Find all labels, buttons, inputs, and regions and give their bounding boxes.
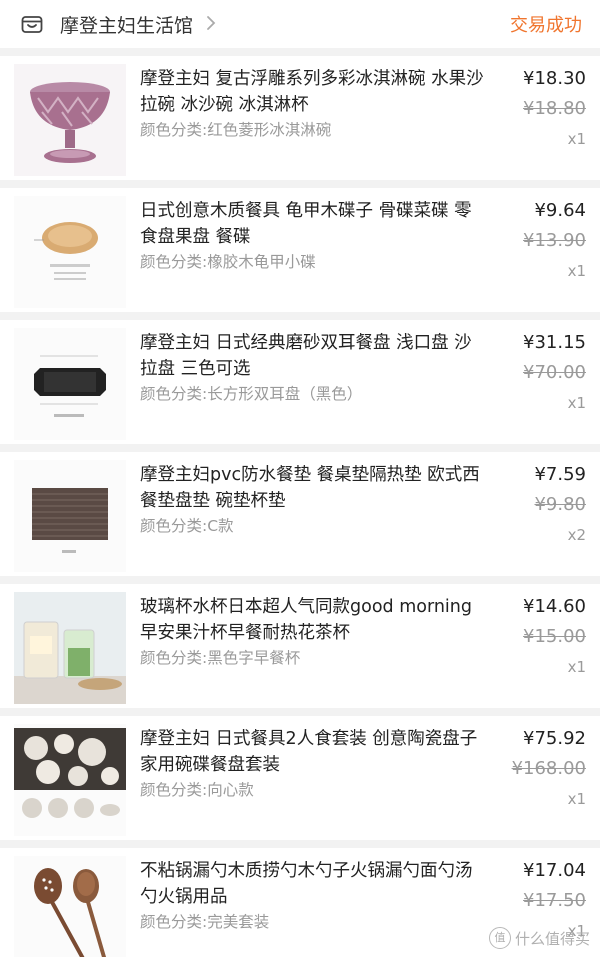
item-price: ¥17.04 — [523, 860, 586, 881]
item-price: ¥14.60 — [523, 596, 586, 617]
item-price: ¥7.59 — [534, 464, 586, 485]
item-original-price: ¥15.00 — [523, 626, 586, 647]
item-quantity: x1 — [567, 790, 586, 808]
order-item[interactable]: 摩登主妇 日式餐具2人食套装 创意陶瓷盘子家用碗碟餐盘套装 颜色分类:向心款 ¥… — [0, 716, 600, 840]
order-item[interactable]: 玻璃杯水杯日本超人气同款good morning早安果汁杯早餐耐热花茶杯 颜色分… — [0, 584, 600, 708]
item-variant: 颜色分类:红色菱形冰淇淋碗 — [140, 121, 332, 139]
item-title[interactable]: 不粘锅漏勺木质捞勺木勺子火锅漏勺面勺汤勺火锅用品 — [140, 858, 485, 910]
item-variant: 颜色分类:橡胶木龟甲小碟 — [140, 253, 316, 271]
item-price: ¥18.30 — [523, 68, 586, 89]
item-price: ¥9.64 — [534, 200, 586, 221]
order-item[interactable]: 日式创意木质餐具 龟甲木碟子 骨碟菜碟 零食盘果盘 餐碟 颜色分类:橡胶木龟甲小… — [0, 188, 600, 312]
item-variant: 颜色分类:C款 — [140, 517, 234, 535]
order-status: 交易成功 — [510, 15, 582, 36]
shop-name-link[interactable]: 摩登主妇生活馆 — [60, 11, 193, 38]
item-original-price: ¥18.80 — [523, 98, 586, 119]
item-price: ¥75.92 — [523, 728, 586, 749]
item-title[interactable]: 摩登主妇 复古浮雕系列多彩冰淇淋碗 水果沙拉碗 冰沙碗 冰淇淋杯 — [140, 66, 485, 118]
item-quantity: x2 — [567, 526, 586, 544]
wooden-plate-image[interactable] — [14, 196, 126, 308]
item-original-price: ¥9.80 — [534, 494, 586, 515]
item-variant: 颜色分类:黑色字早餐杯 — [140, 649, 301, 667]
chevron-right-icon[interactable] — [205, 13, 217, 33]
order-header: 摩登主妇生活馆 交易成功 — [0, 0, 600, 48]
watermark-badge: 值 — [488, 927, 511, 949]
item-quantity: x1 — [567, 130, 586, 148]
order-item[interactable]: 摩登主妇pvc防水餐垫 餐桌垫隔热垫 欧式西餐垫盘垫 碗垫杯垫 颜色分类:C款 … — [0, 452, 600, 576]
item-title[interactable]: 玻璃杯水杯日本超人气同款good morning早安果汁杯早餐耐热花茶杯 — [140, 594, 485, 646]
ceramic-tableware-set-image[interactable] — [14, 724, 126, 836]
watermark-text: 什么值得买 — [514, 929, 590, 948]
item-original-price: ¥70.00 — [523, 362, 586, 383]
item-original-price: ¥13.90 — [523, 230, 586, 251]
order-item[interactable]: 摩登主妇 复古浮雕系列多彩冰淇淋碗 水果沙拉碗 冰沙碗 冰淇淋杯 颜色分类:红色… — [0, 56, 600, 180]
storefront-icon[interactable] — [20, 12, 44, 36]
item-title[interactable]: 日式创意木质餐具 龟甲木碟子 骨碟菜碟 零食盘果盘 餐碟 — [140, 198, 485, 250]
item-original-price: ¥168.00 — [511, 758, 586, 779]
item-quantity: x1 — [567, 658, 586, 676]
item-title[interactable]: 摩登主妇pvc防水餐垫 餐桌垫隔热垫 欧式西餐垫盘垫 碗垫杯垫 — [140, 462, 485, 514]
pink-glass-dessert-bowl-image[interactable] — [14, 64, 126, 176]
wooden-ladles-image[interactable] — [14, 856, 126, 957]
item-variant: 颜色分类:长方形双耳盘（黑色） — [140, 385, 363, 403]
order-item[interactable]: 摩登主妇 日式经典磨砂双耳餐盘 浅口盘 沙拉盘 三色可选 颜色分类:长方形双耳盘… — [0, 320, 600, 444]
item-title[interactable]: 摩登主妇 日式餐具2人食套装 创意陶瓷盘子家用碗碟餐盘套装 — [140, 726, 485, 778]
item-variant: 颜色分类:向心款 — [140, 781, 254, 799]
glass-cup-image[interactable] — [14, 592, 126, 704]
placemat-image[interactable] — [14, 460, 126, 572]
smzdm-watermark: 值 什么值得买 — [488, 927, 590, 949]
black-rectangular-plate-image[interactable] — [14, 328, 126, 440]
item-title[interactable]: 摩登主妇 日式经典磨砂双耳餐盘 浅口盘 沙拉盘 三色可选 — [140, 330, 485, 382]
item-quantity: x1 — [567, 394, 586, 412]
item-price: ¥31.15 — [523, 332, 586, 353]
item-variant: 颜色分类:完美套装 — [140, 913, 270, 931]
item-quantity: x1 — [567, 262, 586, 280]
item-original-price: ¥17.50 — [523, 890, 586, 911]
